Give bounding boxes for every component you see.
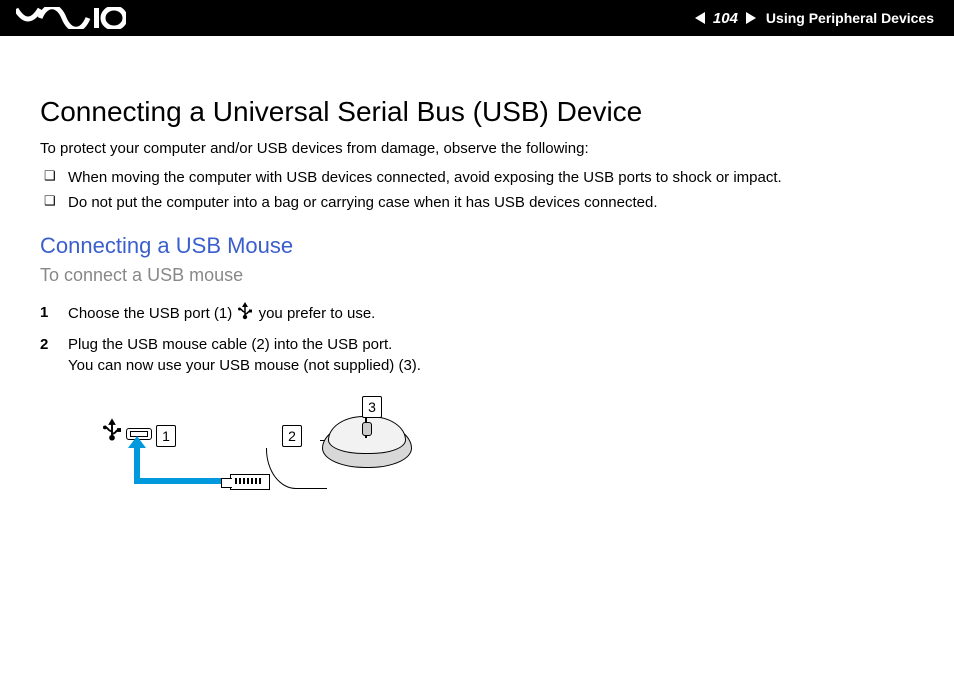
- next-page-icon[interactable]: [746, 12, 756, 24]
- arrow-icon: [134, 478, 230, 484]
- header-nav: 104 Using Peripheral Devices: [695, 10, 934, 27]
- section-label: Using Peripheral Devices: [766, 10, 934, 26]
- step-text: You can now use your USB mouse (not supp…: [68, 357, 421, 374]
- step-text: you prefer to use.: [259, 305, 376, 322]
- steps-list: 1 Choose the USB port (1) you prefer to …: [40, 298, 914, 380]
- arrow-icon: [134, 442, 140, 482]
- page-number: 104: [713, 10, 738, 27]
- mouse-icon: [322, 416, 410, 468]
- usb-mouse-figure: 1 2 3: [70, 398, 410, 508]
- callout-1: 1: [156, 425, 176, 447]
- step-item: 1 Choose the USB port (1) you prefer to …: [40, 298, 914, 330]
- vaio-logo: [16, 7, 126, 29]
- cable-icon: [266, 448, 327, 489]
- page-title: Connecting a Universal Serial Bus (USB) …: [40, 96, 914, 128]
- page-content: Connecting a Universal Serial Bus (USB) …: [0, 36, 954, 508]
- step-item: 2 Plug the USB mouse cable (2) into the …: [40, 330, 914, 380]
- intro-text: To protect your computer and/or USB devi…: [40, 140, 914, 157]
- section-subtitle: Connecting a USB Mouse: [40, 233, 914, 259]
- step-text: Plug the USB mouse cable (2) into the US…: [68, 336, 392, 353]
- usb-trident-icon: [238, 302, 252, 326]
- step-number: 1: [40, 302, 48, 323]
- usb-trident-icon: [103, 418, 121, 447]
- list-item: Do not put the computer into a bag or ca…: [40, 190, 914, 215]
- warning-list: When moving the computer with USB device…: [40, 165, 914, 215]
- procedure-label: To connect a USB mouse: [40, 265, 914, 286]
- page-header: 104 Using Peripheral Devices: [0, 0, 954, 36]
- list-item: When moving the computer with USB device…: [40, 165, 914, 190]
- callout-3: 3: [362, 396, 382, 418]
- step-number: 2: [40, 334, 48, 355]
- step-text: Choose the USB port (1): [68, 305, 236, 322]
- usb-plug-icon: [230, 474, 270, 490]
- prev-page-icon[interactable]: [695, 12, 705, 24]
- callout-2: 2: [282, 425, 302, 447]
